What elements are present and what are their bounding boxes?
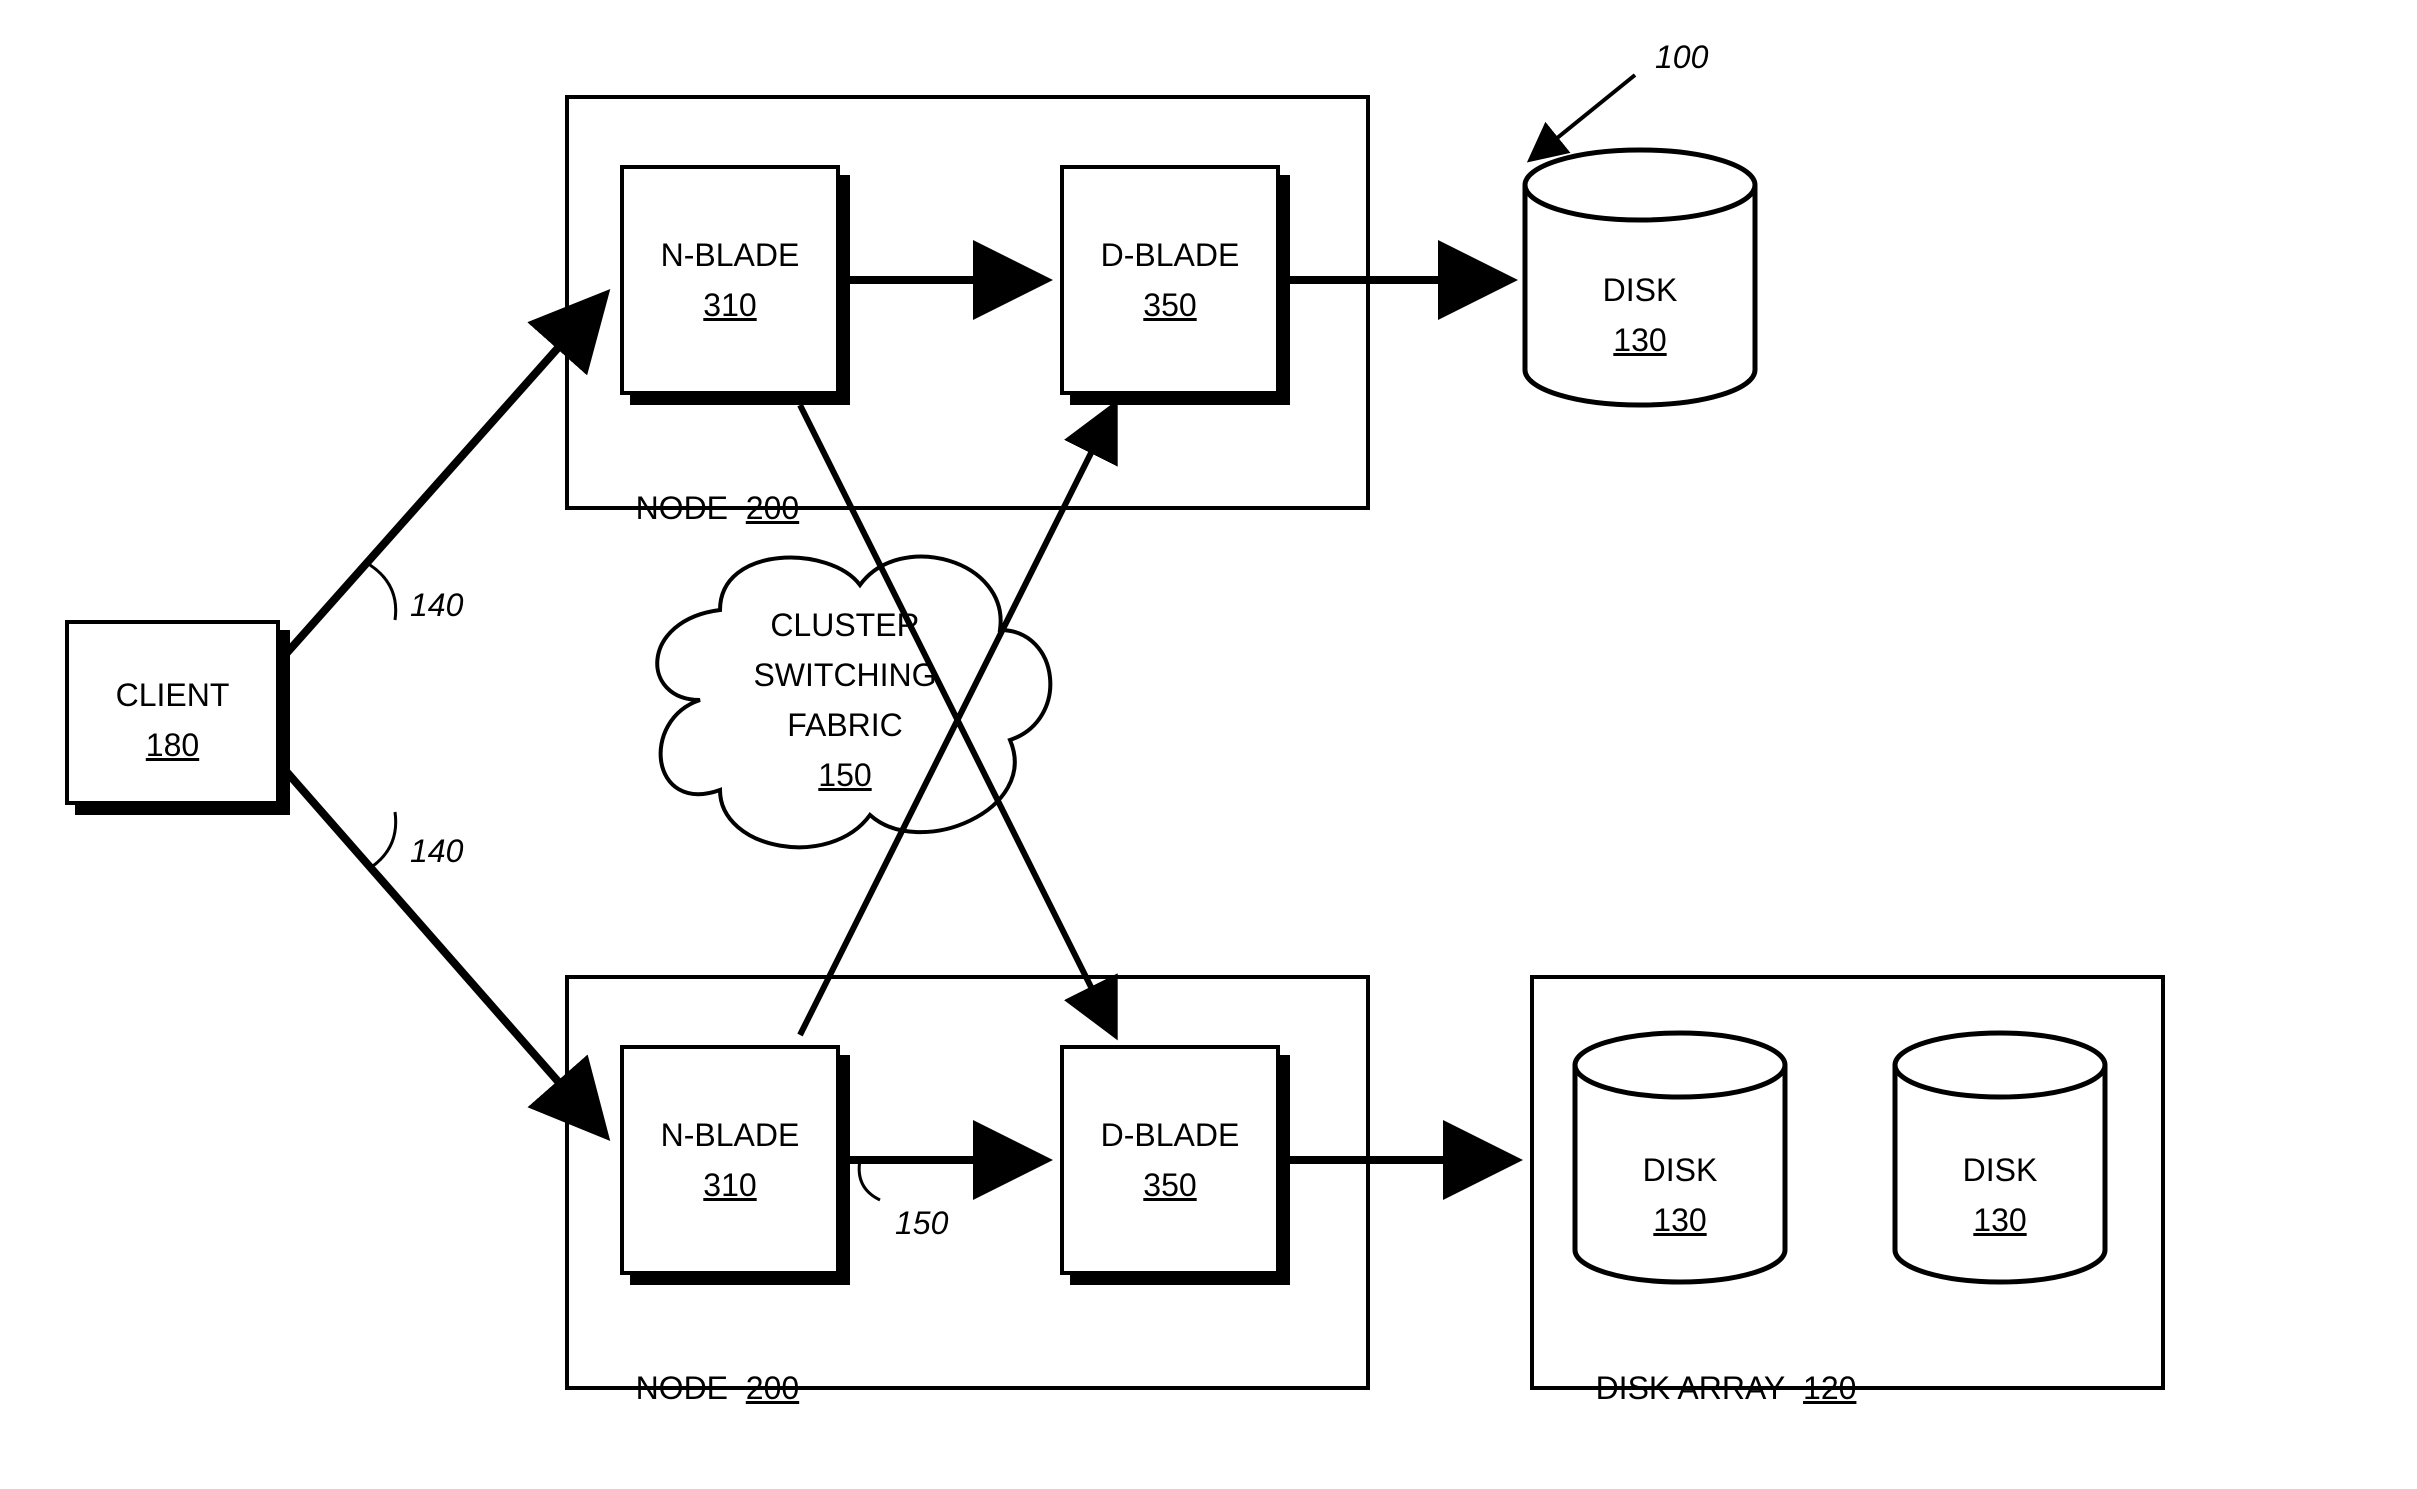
dblade1-shadow-bottom: [1070, 395, 1290, 405]
node1-label-text: NODE: [636, 490, 728, 526]
cloud-line1: CLUSTER: [690, 605, 1000, 645]
system-ref: 100: [1655, 37, 1708, 77]
dblade2-label: D-BLADE: [1060, 1115, 1280, 1155]
disk-b-label: DISK: [1885, 1150, 2115, 1190]
nblade1-shadow-bottom: [630, 395, 850, 405]
nblade1-shadow-right: [840, 175, 850, 405]
fabric-ref: 150: [895, 1203, 948, 1243]
disk-array-label: DISK ARRAY 120: [1560, 1328, 1856, 1448]
node2-num: 200: [746, 1370, 799, 1406]
disk-array-label-text: DISK ARRAY: [1596, 1370, 1786, 1406]
cloud-shape: [657, 557, 1050, 848]
link-b-ref: 140: [410, 831, 463, 871]
disk-top-label: DISK: [1525, 270, 1755, 310]
node2-label-text: NODE: [636, 1370, 728, 1406]
client-label: CLIENT: [65, 675, 280, 715]
dblade1-box: [1060, 165, 1280, 395]
cloud-line2: SWITCHING: [690, 655, 1000, 695]
nblade2-label: N-BLADE: [620, 1115, 840, 1155]
dblade1-label: D-BLADE: [1060, 235, 1280, 275]
nblade2-shadow-right: [840, 1055, 850, 1285]
dblade2-shadow-right: [1280, 1055, 1290, 1285]
diagram-canvas: CLIENT 180 NODE 200 N-BLADE 310 D-BLADE …: [0, 0, 2417, 1489]
nblade1-box: [620, 165, 840, 395]
disk-a-num: 130: [1565, 1200, 1795, 1240]
client-shadow-right: [280, 630, 290, 815]
dblade2-num: 350: [1060, 1165, 1280, 1205]
cloud-num: 150: [690, 755, 1000, 795]
nblade2-shadow-bottom: [630, 1275, 850, 1285]
dblade2-shadow-bottom: [1070, 1275, 1290, 1285]
nblade2-box: [620, 1045, 840, 1275]
nblade1-label: N-BLADE: [620, 235, 840, 275]
dblade2-box: [1060, 1045, 1280, 1275]
client-num: 180: [65, 725, 280, 765]
node2-label: NODE 200: [600, 1328, 799, 1448]
link-a-ref: 140: [410, 585, 463, 625]
disk-top-num: 130: [1525, 320, 1755, 360]
node1-num: 200: [746, 490, 799, 526]
disk-b-num: 130: [1885, 1200, 2115, 1240]
node1-label: NODE 200: [600, 448, 799, 568]
disk-array-num: 120: [1803, 1370, 1856, 1406]
nblade2-num: 310: [620, 1165, 840, 1205]
nblade1-num: 310: [620, 285, 840, 325]
dblade1-num: 350: [1060, 285, 1280, 325]
disk-a-label: DISK: [1565, 1150, 1795, 1190]
client-shadow-bottom: [75, 805, 290, 815]
cloud-line3: FABRIC: [690, 705, 1000, 745]
dblade1-shadow-right: [1280, 175, 1290, 405]
